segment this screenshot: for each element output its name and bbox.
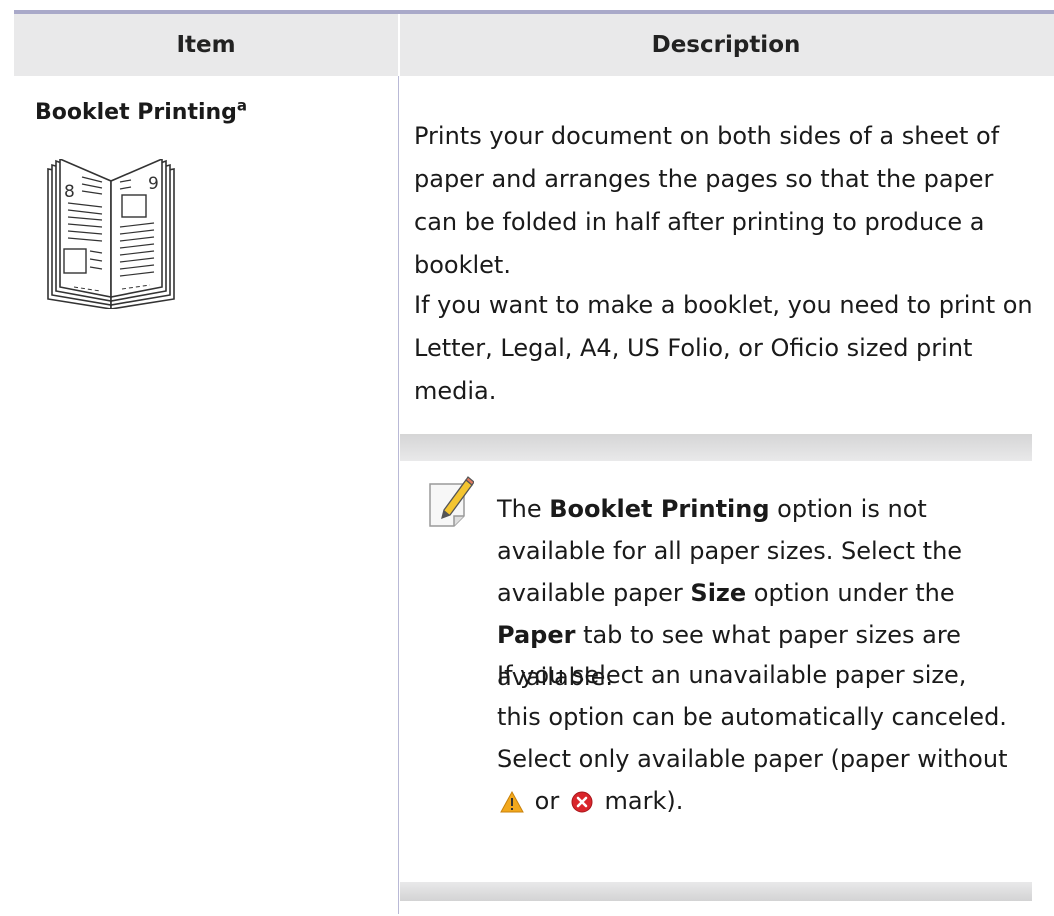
column-divider — [398, 76, 399, 914]
note-text: If you select an unavailable paper size,… — [497, 661, 1008, 773]
note-bold-size: Size — [690, 579, 747, 607]
booklet-page-right: 9 — [148, 174, 159, 194]
note-text: option under the — [746, 579, 955, 607]
description-paragraph-2: If you want to make a booklet, you need … — [414, 291, 1033, 405]
header-column-divider — [398, 14, 400, 76]
description-paragraph-1: Prints your document on both sides of a … — [414, 122, 1000, 279]
error-x-icon — [571, 791, 593, 813]
note-bottom-band — [400, 882, 1032, 901]
note-bold-paper: Paper — [497, 621, 576, 649]
table-header-row: Item Description — [14, 14, 1054, 76]
note-top-band — [400, 434, 1032, 461]
item-name-text: Booklet Printing — [35, 100, 237, 125]
note-text: mark). — [604, 787, 684, 815]
warning-triangle-icon — [500, 791, 524, 813]
booklet-icon: 8 9 — [47, 159, 175, 309]
item-footnote-marker: a — [236, 96, 248, 115]
note-text: The — [497, 495, 550, 523]
note-paragraph-2: If you select an unavailable paper size,… — [497, 654, 1017, 822]
booklet-page-left: 8 — [64, 182, 75, 202]
note-bold-booklet-printing: Booklet Printing — [549, 495, 770, 523]
note-text: or — [534, 787, 560, 815]
header-item: Item — [176, 32, 236, 58]
header-description: Description — [651, 32, 801, 58]
note-pencil-icon — [429, 476, 474, 527]
item-name: Booklet Printinga — [35, 96, 248, 125]
